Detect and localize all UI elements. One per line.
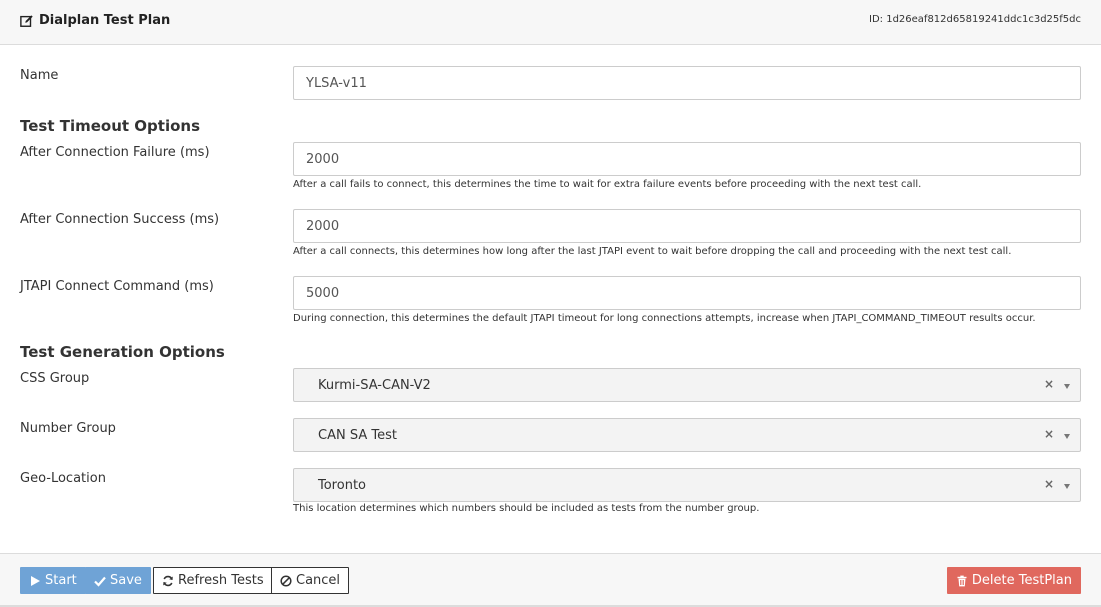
geo-location-label: Geo-Location [20, 471, 106, 486]
number-group-label: Number Group [20, 421, 116, 436]
delete-testplan-button[interactable]: Delete TestPlan [946, 567, 1081, 594]
save-button-label: Save [110, 573, 142, 588]
jtapi-connect-help: During connection, this determines the d… [293, 313, 1036, 324]
edit-icon [20, 14, 33, 27]
dialplan-test-plan-panel: Dialplan Test Plan ID: 1d26eaf812d658192… [0, 0, 1101, 607]
start-button-label: Start [45, 573, 77, 588]
number-group-value: CAN SA Test [318, 428, 397, 443]
cancel-button-label: Cancel [296, 573, 341, 588]
panel-title: Dialplan Test Plan [20, 13, 170, 28]
after-success-help: After a call connects, this determines h… [293, 246, 1012, 257]
clear-icon[interactable]: × [1044, 477, 1054, 491]
delete-testplan-button-label: Delete TestPlan [971, 573, 1072, 588]
after-success-input[interactable] [293, 209, 1081, 243]
check-icon [94, 576, 106, 587]
clear-icon[interactable]: × [1044, 427, 1054, 441]
chevron-down-icon[interactable] [1064, 434, 1070, 439]
refresh-tests-button[interactable]: Refresh Tests [153, 567, 273, 594]
after-failure-label: After Connection Failure (ms) [20, 145, 210, 160]
name-label: Name [20, 68, 59, 83]
after-success-label: After Connection Success (ms) [20, 212, 220, 227]
geo-location-value: Toronto [318, 478, 366, 493]
trash-icon [957, 575, 967, 586]
cancel-button[interactable]: Cancel [271, 567, 350, 594]
ban-icon [280, 574, 292, 587]
name-input[interactable] [293, 66, 1081, 100]
timeout-section-title: Test Timeout Options [20, 117, 200, 135]
chevron-down-icon[interactable] [1064, 484, 1070, 489]
refresh-icon [163, 575, 173, 586]
plan-id: ID: 1d26eaf812d65819241ddc1c3d25f5dc [869, 14, 1081, 25]
css-group-select[interactable]: Kurmi-SA-CAN-V2 × [293, 368, 1081, 402]
jtapi-connect-label: JTAPI Connect Command (ms) [20, 279, 214, 294]
refresh-tests-button-label: Refresh Tests [178, 573, 264, 588]
geo-location-select[interactable]: Toronto × [293, 468, 1081, 502]
geo-location-help: This location determines which numbers s… [293, 503, 760, 514]
after-failure-input[interactable] [293, 142, 1081, 176]
css-group-label: CSS Group [20, 371, 90, 386]
clear-icon[interactable]: × [1044, 377, 1054, 391]
play-icon [31, 575, 40, 586]
chevron-down-icon[interactable] [1064, 384, 1070, 389]
jtapi-connect-input[interactable] [293, 276, 1081, 310]
panel-header: Dialplan Test Plan ID: 1d26eaf812d658192… [0, 0, 1101, 45]
panel-title-text: Dialplan Test Plan [39, 13, 171, 28]
panel-footer: Start Save Refresh Tests Cancel Delete T… [0, 553, 1101, 607]
save-button[interactable]: Save [85, 567, 151, 594]
generation-section-title: Test Generation Options [20, 343, 225, 361]
after-failure-help: After a call fails to connect, this dete… [293, 179, 922, 190]
start-button[interactable]: Start [20, 567, 86, 594]
number-group-select[interactable]: CAN SA Test × [293, 418, 1081, 452]
css-group-value: Kurmi-SA-CAN-V2 [318, 378, 431, 393]
